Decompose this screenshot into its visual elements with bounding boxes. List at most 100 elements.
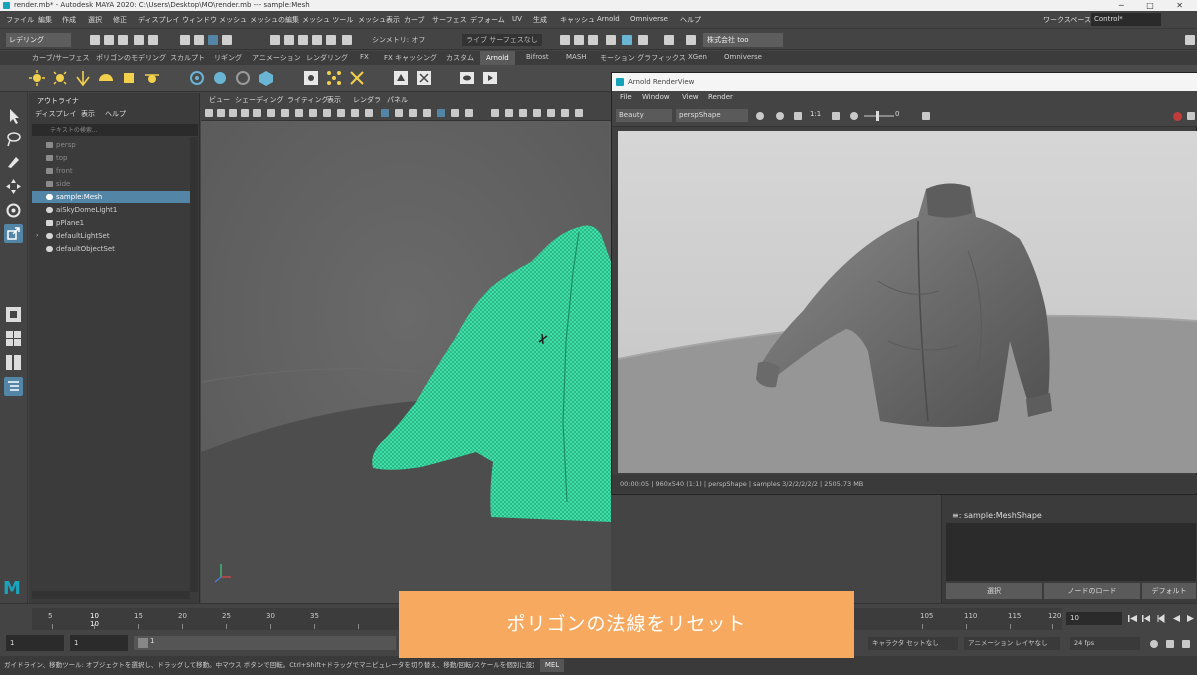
vp-menu-panels[interactable]: パネル [387, 95, 408, 105]
undo-icon[interactable] [134, 35, 144, 45]
skydome-light-icon[interactable] [97, 69, 115, 87]
arnold-volume-icon[interactable] [188, 69, 206, 87]
select-object-icon[interactable] [194, 35, 204, 45]
default-material-icon[interactable] [409, 109, 417, 117]
menu-file[interactable]: ファイル [6, 15, 34, 25]
camera-select[interactable]: perspShape [676, 109, 748, 122]
menu-generate[interactable]: 生成 [533, 15, 547, 25]
shelf-tab-poly-modeling[interactable]: ポリゴンのモデリング [96, 53, 166, 63]
snapshot-icon[interactable] [922, 112, 930, 120]
safe-action-icon[interactable] [351, 109, 359, 117]
refresh-icon[interactable] [794, 112, 802, 120]
rv-menu-file[interactable]: File [620, 93, 632, 101]
menu-set-select[interactable]: レデリング [6, 33, 71, 47]
shelf-tab-fx-caching[interactable]: FX キャッシング [384, 53, 437, 63]
viewport-panel[interactable]: ビュー シェーディング ライティング 表示 レンダラ パネル [201, 93, 611, 603]
field-chart-icon[interactable] [337, 109, 345, 117]
shelf-tab-sculpting[interactable]: スカルプト [170, 53, 205, 63]
snap-point-icon[interactable] [298, 35, 308, 45]
outliner-row-default-light-set[interactable]: › defaultLightSet [32, 230, 192, 242]
rotate-tool-icon[interactable] [4, 201, 23, 220]
attr-select-button[interactable]: 選択 [946, 583, 1042, 599]
physical-sky-icon[interactable] [143, 69, 161, 87]
aov-select[interactable]: Beauty [616, 109, 672, 122]
live-surface-field[interactable]: ライブ サーフェスなし [462, 34, 542, 46]
select-component-icon[interactable] [208, 35, 218, 45]
isolate-select-icon[interactable] [575, 109, 583, 117]
render-icon[interactable] [756, 112, 764, 120]
standin-icon[interactable] [211, 69, 229, 87]
menu-edit-mesh[interactable]: メッシュの編集 [250, 15, 299, 25]
playblast-icon[interactable] [638, 35, 648, 45]
wireframe-on-shaded-icon[interactable] [437, 109, 445, 117]
safe-title-icon[interactable] [365, 109, 373, 117]
options-icon[interactable] [1187, 112, 1195, 120]
crop-icon[interactable] [832, 112, 840, 120]
depth-of-field-icon[interactable] [561, 109, 569, 117]
shelf-tab-rigging[interactable]: リギング [214, 53, 242, 63]
step-back-icon[interactable] [1142, 614, 1151, 623]
outliner-row-sample-mesh[interactable]: sample:Mesh [32, 191, 192, 203]
select-hierarchy-icon[interactable] [180, 35, 190, 45]
resolution-gate-icon[interactable] [309, 109, 317, 117]
shelf-tab-motion-graphics[interactable]: モーション グラフィックス [600, 53, 686, 63]
wireframe-icon[interactable] [381, 109, 389, 117]
grid-icon[interactable] [281, 109, 289, 117]
vp-menu-shading[interactable]: シェーディング [235, 95, 284, 105]
menu-curves[interactable]: カーブ [404, 15, 425, 25]
new-scene-icon[interactable] [90, 35, 100, 45]
redo-icon[interactable] [148, 35, 158, 45]
grease-pencil-icon[interactable] [267, 109, 275, 117]
rv-menu-window[interactable]: Window [642, 93, 670, 101]
film-gate-icon[interactable] [295, 109, 303, 117]
menu-deform[interactable]: デフォーム [470, 15, 505, 25]
move-tool-icon[interactable] [4, 177, 23, 196]
paint-select-tool-icon[interactable] [4, 151, 23, 170]
shelf-tab-mash[interactable]: MASH [566, 53, 587, 61]
playback-start-field[interactable]: 1 [70, 635, 128, 651]
current-frame-field[interactable]: 10 [1066, 612, 1122, 625]
shelf-tab-arnold[interactable]: Arnold [480, 51, 515, 65]
outliner-row-skydome[interactable]: aiSkyDomeLight1 [32, 204, 192, 216]
snap-surface-icon[interactable] [312, 35, 322, 45]
range-slider-handle[interactable] [138, 638, 148, 648]
menu-display[interactable]: ディスプレイ [138, 15, 180, 25]
vp-menu-renderer[interactable]: レンダラ [353, 95, 381, 105]
camera-attr-icon[interactable] [217, 109, 225, 117]
flatten-selection-icon[interactable] [302, 69, 320, 87]
scene-viewport[interactable] [201, 122, 611, 603]
outliner-row-default-object-set[interactable]: defaultObjectSet [32, 243, 192, 255]
menu-mesh-tools[interactable]: メッシュ ツール [302, 15, 353, 25]
outliner-menu-show[interactable]: 表示 [81, 109, 95, 119]
fps-select[interactable]: 24 fps [1070, 637, 1140, 650]
anim-layer-select[interactable]: アニメーション レイヤなし [964, 637, 1060, 650]
pause-icon[interactable] [664, 35, 674, 45]
photometric-light-icon[interactable] [74, 69, 92, 87]
image-plane-icon[interactable] [241, 109, 249, 117]
gate-mask-icon[interactable] [323, 109, 331, 117]
lock-selection-icon[interactable] [222, 35, 232, 45]
xray-icon[interactable] [451, 109, 459, 117]
aov-icon[interactable] [415, 69, 433, 87]
shelf-tab-custom[interactable]: カスタム [446, 53, 474, 63]
sign-in-icon[interactable] [686, 35, 696, 45]
menu-window[interactable]: ウィンドウ [182, 15, 217, 25]
textured-icon[interactable] [423, 109, 431, 117]
attr-load-node-button[interactable]: ノードのロード [1044, 583, 1140, 599]
outliner-menu-display[interactable]: ディスプレイ [35, 109, 77, 119]
shelf-tab-rendering[interactable]: レンダリング [306, 53, 348, 63]
range-slider[interactable]: 1 [134, 636, 396, 650]
single-pane-layout-icon[interactable] [4, 305, 23, 324]
window-controls[interactable]: ─ □ ✕ [1119, 0, 1193, 11]
shelf-tab-bifrost[interactable]: Bifrost [526, 53, 549, 61]
menu-surfaces[interactable]: サーフェス [432, 15, 467, 25]
portal-light-icon[interactable] [120, 69, 138, 87]
outliner-layout-icon[interactable] [4, 377, 23, 396]
ipr-render-icon[interactable] [574, 35, 584, 45]
arnold-cube-icon[interactable] [257, 69, 275, 87]
scatter-icon[interactable] [325, 69, 343, 87]
four-pane-layout-icon[interactable] [4, 329, 23, 348]
rv-menu-render[interactable]: Render [708, 93, 733, 101]
outliner-row-side[interactable]: side [32, 178, 192, 190]
go-to-start-icon[interactable] [1128, 614, 1137, 623]
